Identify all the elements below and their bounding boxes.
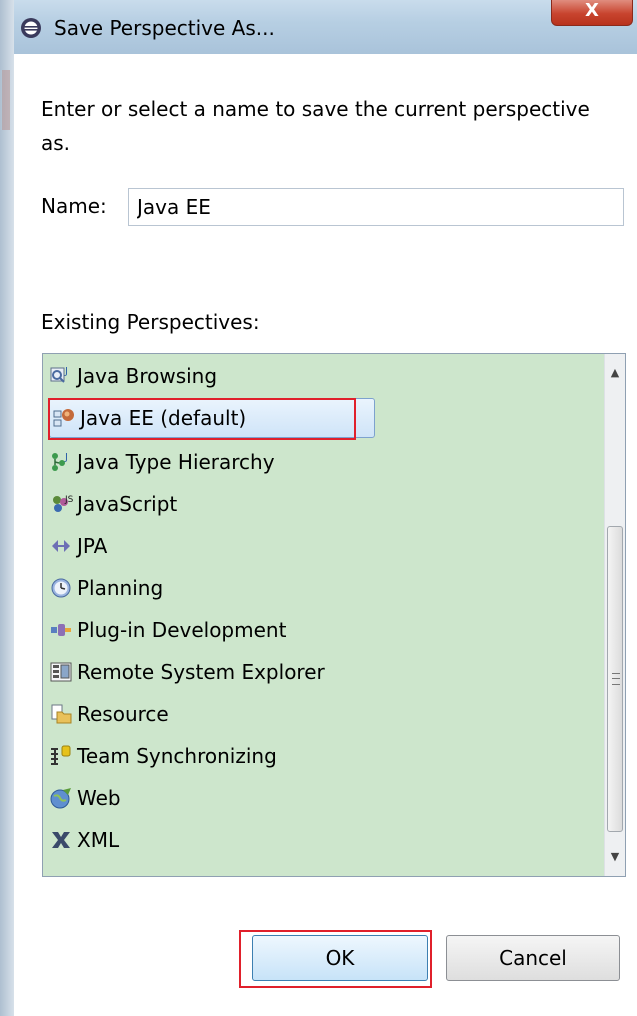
remote-system-explorer-icon: [49, 660, 73, 684]
perspective-item-resource[interactable]: Resource: [49, 694, 169, 734]
perspective-label: Java EE (default): [80, 406, 247, 430]
close-icon: X: [585, 0, 599, 21]
perspective-item-java-browsing[interactable]: J Java Browsing: [49, 356, 217, 396]
web-icon: [49, 786, 73, 810]
ok-button[interactable]: OK: [252, 935, 428, 981]
list-scrollbar[interactable]: ▲ ▼: [604, 354, 625, 876]
perspective-item-team-synchronizing[interactable]: Team Synchronizing: [49, 736, 277, 776]
perspective-label: Remote System Explorer: [77, 660, 325, 684]
planning-icon: [49, 576, 73, 600]
svg-text:J: J: [64, 452, 68, 463]
dialog-title: Save Perspective As...: [54, 16, 275, 40]
cancel-button[interactable]: Cancel: [446, 935, 620, 981]
scrollbar-thumb[interactable]: [607, 526, 623, 832]
existing-perspectives-label: Existing Perspectives:: [41, 310, 260, 334]
instruction-text: Enter or select a name to save the curre…: [41, 97, 590, 155]
name-label: Name:: [41, 194, 107, 218]
desktop: Save Perspective As... X Enter or select…: [0, 0, 637, 1016]
perspective-item-java-type-hierarchy[interactable]: J Java Type Hierarchy: [49, 442, 275, 482]
java-type-hierarchy-icon: J: [49, 450, 73, 474]
team-synchronizing-icon: [49, 744, 73, 768]
java-browsing-icon: J: [49, 364, 73, 388]
perspective-item-web[interactable]: Web: [49, 778, 121, 818]
perspective-label: Plug-in Development: [77, 618, 287, 642]
close-button[interactable]: X: [551, 0, 633, 26]
eclipse-logo-icon: [20, 17, 42, 39]
perspective-item-xml[interactable]: XML: [49, 820, 119, 860]
perspective-label: Team Synchronizing: [77, 744, 277, 768]
perspective-label: Planning: [77, 576, 164, 600]
javascript-icon: JS: [49, 492, 73, 516]
perspective-label: Java Browsing: [77, 364, 218, 388]
perspective-label: Web: [77, 786, 121, 810]
background-window-edge: [0, 0, 14, 1016]
svg-text:JS: JS: [64, 495, 73, 505]
perspective-item-jpa[interactable]: JPA: [49, 526, 107, 566]
perspective-label: XML: [77, 828, 120, 852]
perspective-label: JPA: [77, 534, 108, 558]
perspective-item-remote-system-explorer[interactable]: Remote System Explorer: [49, 652, 325, 692]
perspective-item-planning[interactable]: Planning: [49, 568, 163, 608]
perspective-label: Resource: [77, 702, 169, 726]
jpa-icon: [49, 534, 73, 558]
scroll-down-arrow-icon[interactable]: ▼: [605, 846, 625, 868]
perspective-label: Java Type Hierarchy: [77, 450, 275, 474]
perspective-label: JavaScript: [77, 492, 178, 516]
perspective-item-plugin-development[interactable]: Plug-in Development: [49, 610, 286, 650]
resource-icon: [49, 702, 73, 726]
scroll-up-arrow-icon[interactable]: ▲: [605, 362, 625, 384]
save-perspective-dialog: Save Perspective As... X Enter or select…: [14, 0, 637, 1016]
background-window-mark: [2, 70, 10, 130]
java-ee-icon: [52, 406, 76, 430]
scrollbar-grip-icon: [612, 673, 620, 685]
title-bar[interactable]: Save Perspective As... X: [14, 0, 637, 54]
perspective-item-javascript[interactable]: JS JavaScript: [49, 484, 177, 524]
name-input[interactable]: [128, 188, 624, 226]
svg-text:J: J: [64, 366, 68, 377]
perspective-item-java-ee[interactable]: Java EE (default): [49, 398, 375, 438]
perspectives-list[interactable]: J Java Browsing Java EE (default) J Java…: [42, 353, 626, 877]
plugin-development-icon: [49, 618, 73, 642]
xml-icon: [49, 828, 73, 852]
